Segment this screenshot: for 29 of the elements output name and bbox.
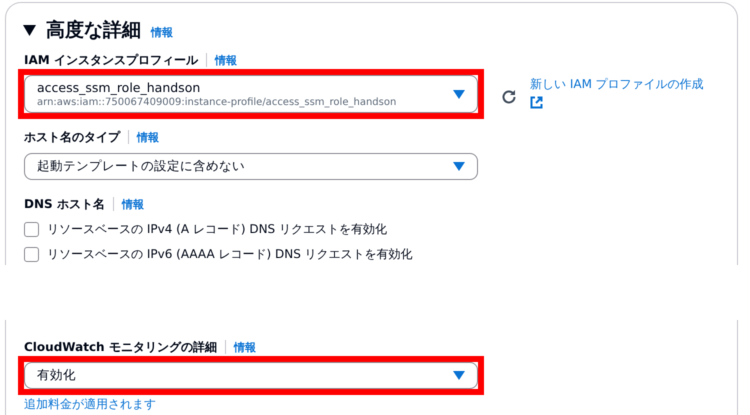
- field-label: IAM インスタンスプロフィール: [24, 52, 198, 68]
- expand-toggle-icon[interactable]: [23, 24, 36, 36]
- select-value: 有効化: [37, 367, 76, 384]
- select-description: arn:aws:iam::750067409009:instance-profile/access_ssm_role_handson: [37, 97, 396, 108]
- caret-icon: [453, 162, 465, 171]
- refresh-icon[interactable]: [500, 88, 518, 106]
- checkbox[interactable]: [24, 247, 39, 262]
- caret-icon: [453, 371, 465, 380]
- select-field[interactable]: 起動テンプレートの設定に含めない: [24, 153, 478, 180]
- info-link[interactable]: 情報: [151, 24, 173, 40]
- pricing-link[interactable]: 追加料金が適用されます: [24, 396, 737, 413]
- info-link[interactable]: 情報: [122, 196, 144, 212]
- checkbox-label: リソースベースの IPv4 (A レコード) DNS リクエストを有効化: [47, 221, 387, 238]
- create-profile-link[interactable]: 新しい IAM プロファイルの作成: [530, 76, 720, 93]
- section-title: 高度な詳細: [46, 18, 141, 43]
- info-link[interactable]: 情報: [137, 130, 159, 144]
- field-label: ホスト名のタイプ: [24, 128, 120, 146]
- checkbox[interactable]: [24, 222, 39, 237]
- select-value: access_ssm_role_handson: [37, 80, 202, 95]
- field-label: DNS ホスト名: [24, 196, 105, 212]
- select-value: 起動テンプレートの設定に含めない: [37, 158, 245, 175]
- field-label: CloudWatch モニタリングの詳細: [24, 338, 217, 356]
- checkbox-label: リソースベースの IPv6 (AAAA レコード) DNS リクエストを有効化: [47, 246, 413, 263]
- info-link[interactable]: 情報: [214, 52, 237, 68]
- caret-icon: [453, 90, 465, 98]
- info-link[interactable]: 情報: [234, 340, 256, 354]
- select-field[interactable]: 有効化: [24, 362, 478, 389]
- external-link-icon[interactable]: [530, 96, 543, 109]
- select-field[interactable]: access_ssm_role_handson arn:aws:iam::750067409009:instance-profile/access_ssm_role_handson: [24, 75, 478, 113]
